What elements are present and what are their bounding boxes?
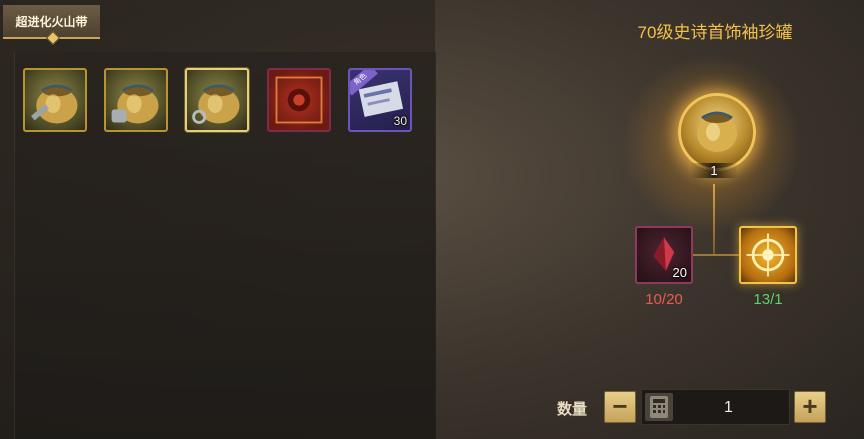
- quantity-value: 1: [724, 399, 733, 416]
- material-progress-red-crystal: 10/20: [645, 291, 683, 308]
- red-tome-icon: [275, 76, 323, 124]
- inventory-slot-role-ticket[interactable]: 角色 30: [348, 68, 412, 132]
- quantity-decrease-button[interactable]: −: [604, 391, 636, 423]
- tab-volcano-zone[interactable]: 超进化火山带: [3, 5, 100, 46]
- golden-compass-icon: [746, 233, 790, 277]
- inventory-slot-red-tome[interactable]: [267, 68, 331, 132]
- tab-label: 超进化火山带: [15, 15, 88, 29]
- inventory-slot-jar-armor[interactable]: [104, 68, 168, 132]
- golden-jar-armor-icon: [111, 84, 159, 124]
- material-progress-golden-compass: 13/1: [753, 291, 783, 308]
- slot-count: 30: [393, 114, 407, 128]
- recipe-connector: [713, 184, 715, 254]
- golden-jar-sword-icon: [31, 84, 78, 124]
- quantity-label: 数量: [557, 401, 588, 418]
- material-slot-red-crystal[interactable]: 20: [635, 226, 693, 284]
- recipe-title: 70级史诗首饰袖珍罐: [637, 23, 793, 42]
- golden-jar-ring-icon: [697, 111, 737, 152]
- quantity-increase-button[interactable]: +: [794, 391, 826, 423]
- result-count: 1: [690, 163, 738, 178]
- recipe-result-item[interactable]: [678, 93, 756, 171]
- material-slot-golden-compass[interactable]: [739, 226, 797, 284]
- inventory-slot-jar-sword[interactable]: [23, 68, 87, 132]
- material-count: 20: [672, 265, 687, 280]
- calculator-icon[interactable]: [645, 393, 673, 421]
- quantity-input[interactable]: 1: [641, 389, 790, 425]
- golden-jar-ring-icon: [192, 84, 240, 124]
- inventory-slot-jar-ring[interactable]: [185, 68, 249, 132]
